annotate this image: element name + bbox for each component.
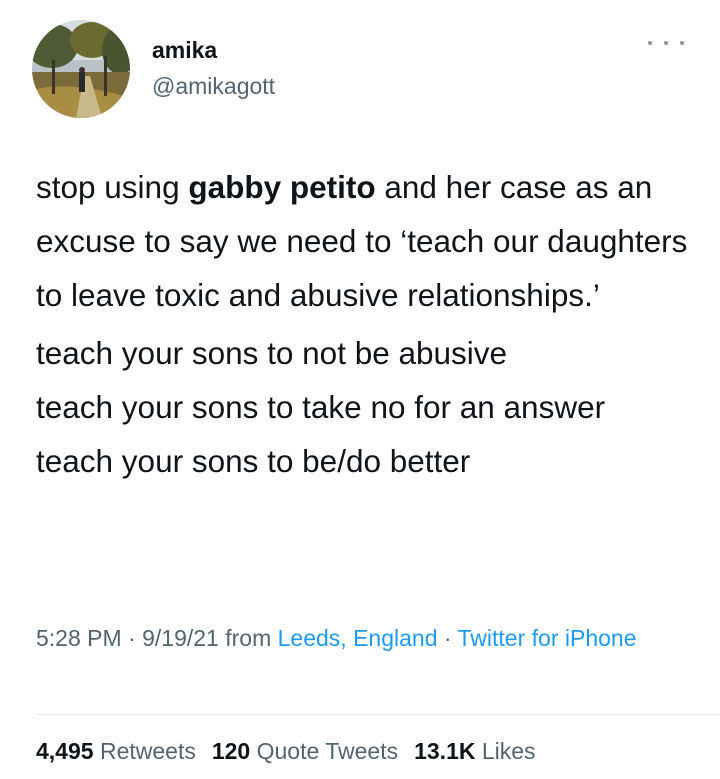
location-link[interactable]: Leeds, England	[278, 625, 438, 651]
likes-label: Likes	[481, 738, 536, 764]
tweet-time[interactable]: 5:28 PM	[36, 625, 122, 651]
tweet-line: teach your sons to take no for an answer	[36, 389, 606, 425]
tweet-meta: 5:28 PM · 9/19/21 from Leeds, England · …	[36, 620, 696, 657]
divider	[36, 714, 720, 715]
tweet-card: amika @amikagott stop using gabby petito…	[0, 0, 720, 779]
more-horizontal-icon[interactable]	[648, 36, 684, 50]
dot	[680, 41, 684, 45]
retweets-label: Retweets	[99, 738, 196, 764]
retweets-count: 4,495	[36, 738, 94, 764]
likes-count: 13.1K	[414, 738, 476, 764]
source-link[interactable]: Twitter for iPhone	[458, 625, 637, 651]
author-name[interactable]: amika	[152, 36, 217, 64]
tweet-line: teach your sons to be/do better	[36, 443, 471, 479]
engagement-stats: 4,495 Retweets 120 Quote Tweets 13.1K Like…	[36, 734, 536, 768]
avatar-photo	[32, 20, 130, 118]
avatar[interactable]	[32, 20, 130, 118]
quote-tweets-stat[interactable]: 120 Quote Tweets	[212, 738, 398, 764]
tweet-paragraph: teach your sons to not be abusive teach …	[36, 326, 696, 488]
retweets-stat[interactable]: 4,495 Retweets	[36, 738, 196, 764]
quote-tweets-label: Quote Tweets	[256, 738, 399, 764]
tweet-line: teach your sons to not be abusive	[36, 335, 508, 371]
dot	[664, 41, 668, 45]
separator: ·	[121, 625, 143, 651]
dot	[648, 41, 652, 45]
author-handle[interactable]: @amikagott	[152, 72, 275, 100]
tweet-text: stop using gabby petito and her case as …	[36, 160, 696, 488]
from-label: from	[218, 625, 278, 651]
tweet-text-bold: gabby petito	[188, 169, 376, 205]
quote-tweets-count: 120	[211, 738, 251, 764]
separator: ·	[437, 625, 458, 651]
tweet-paragraph: stop using gabby petito and her case as …	[36, 160, 696, 322]
likes-stat[interactable]: 13.1K Likes	[414, 738, 535, 764]
tweet-text-segment: stop using	[36, 169, 189, 205]
tweet-date[interactable]: 9/19/21	[142, 625, 219, 651]
